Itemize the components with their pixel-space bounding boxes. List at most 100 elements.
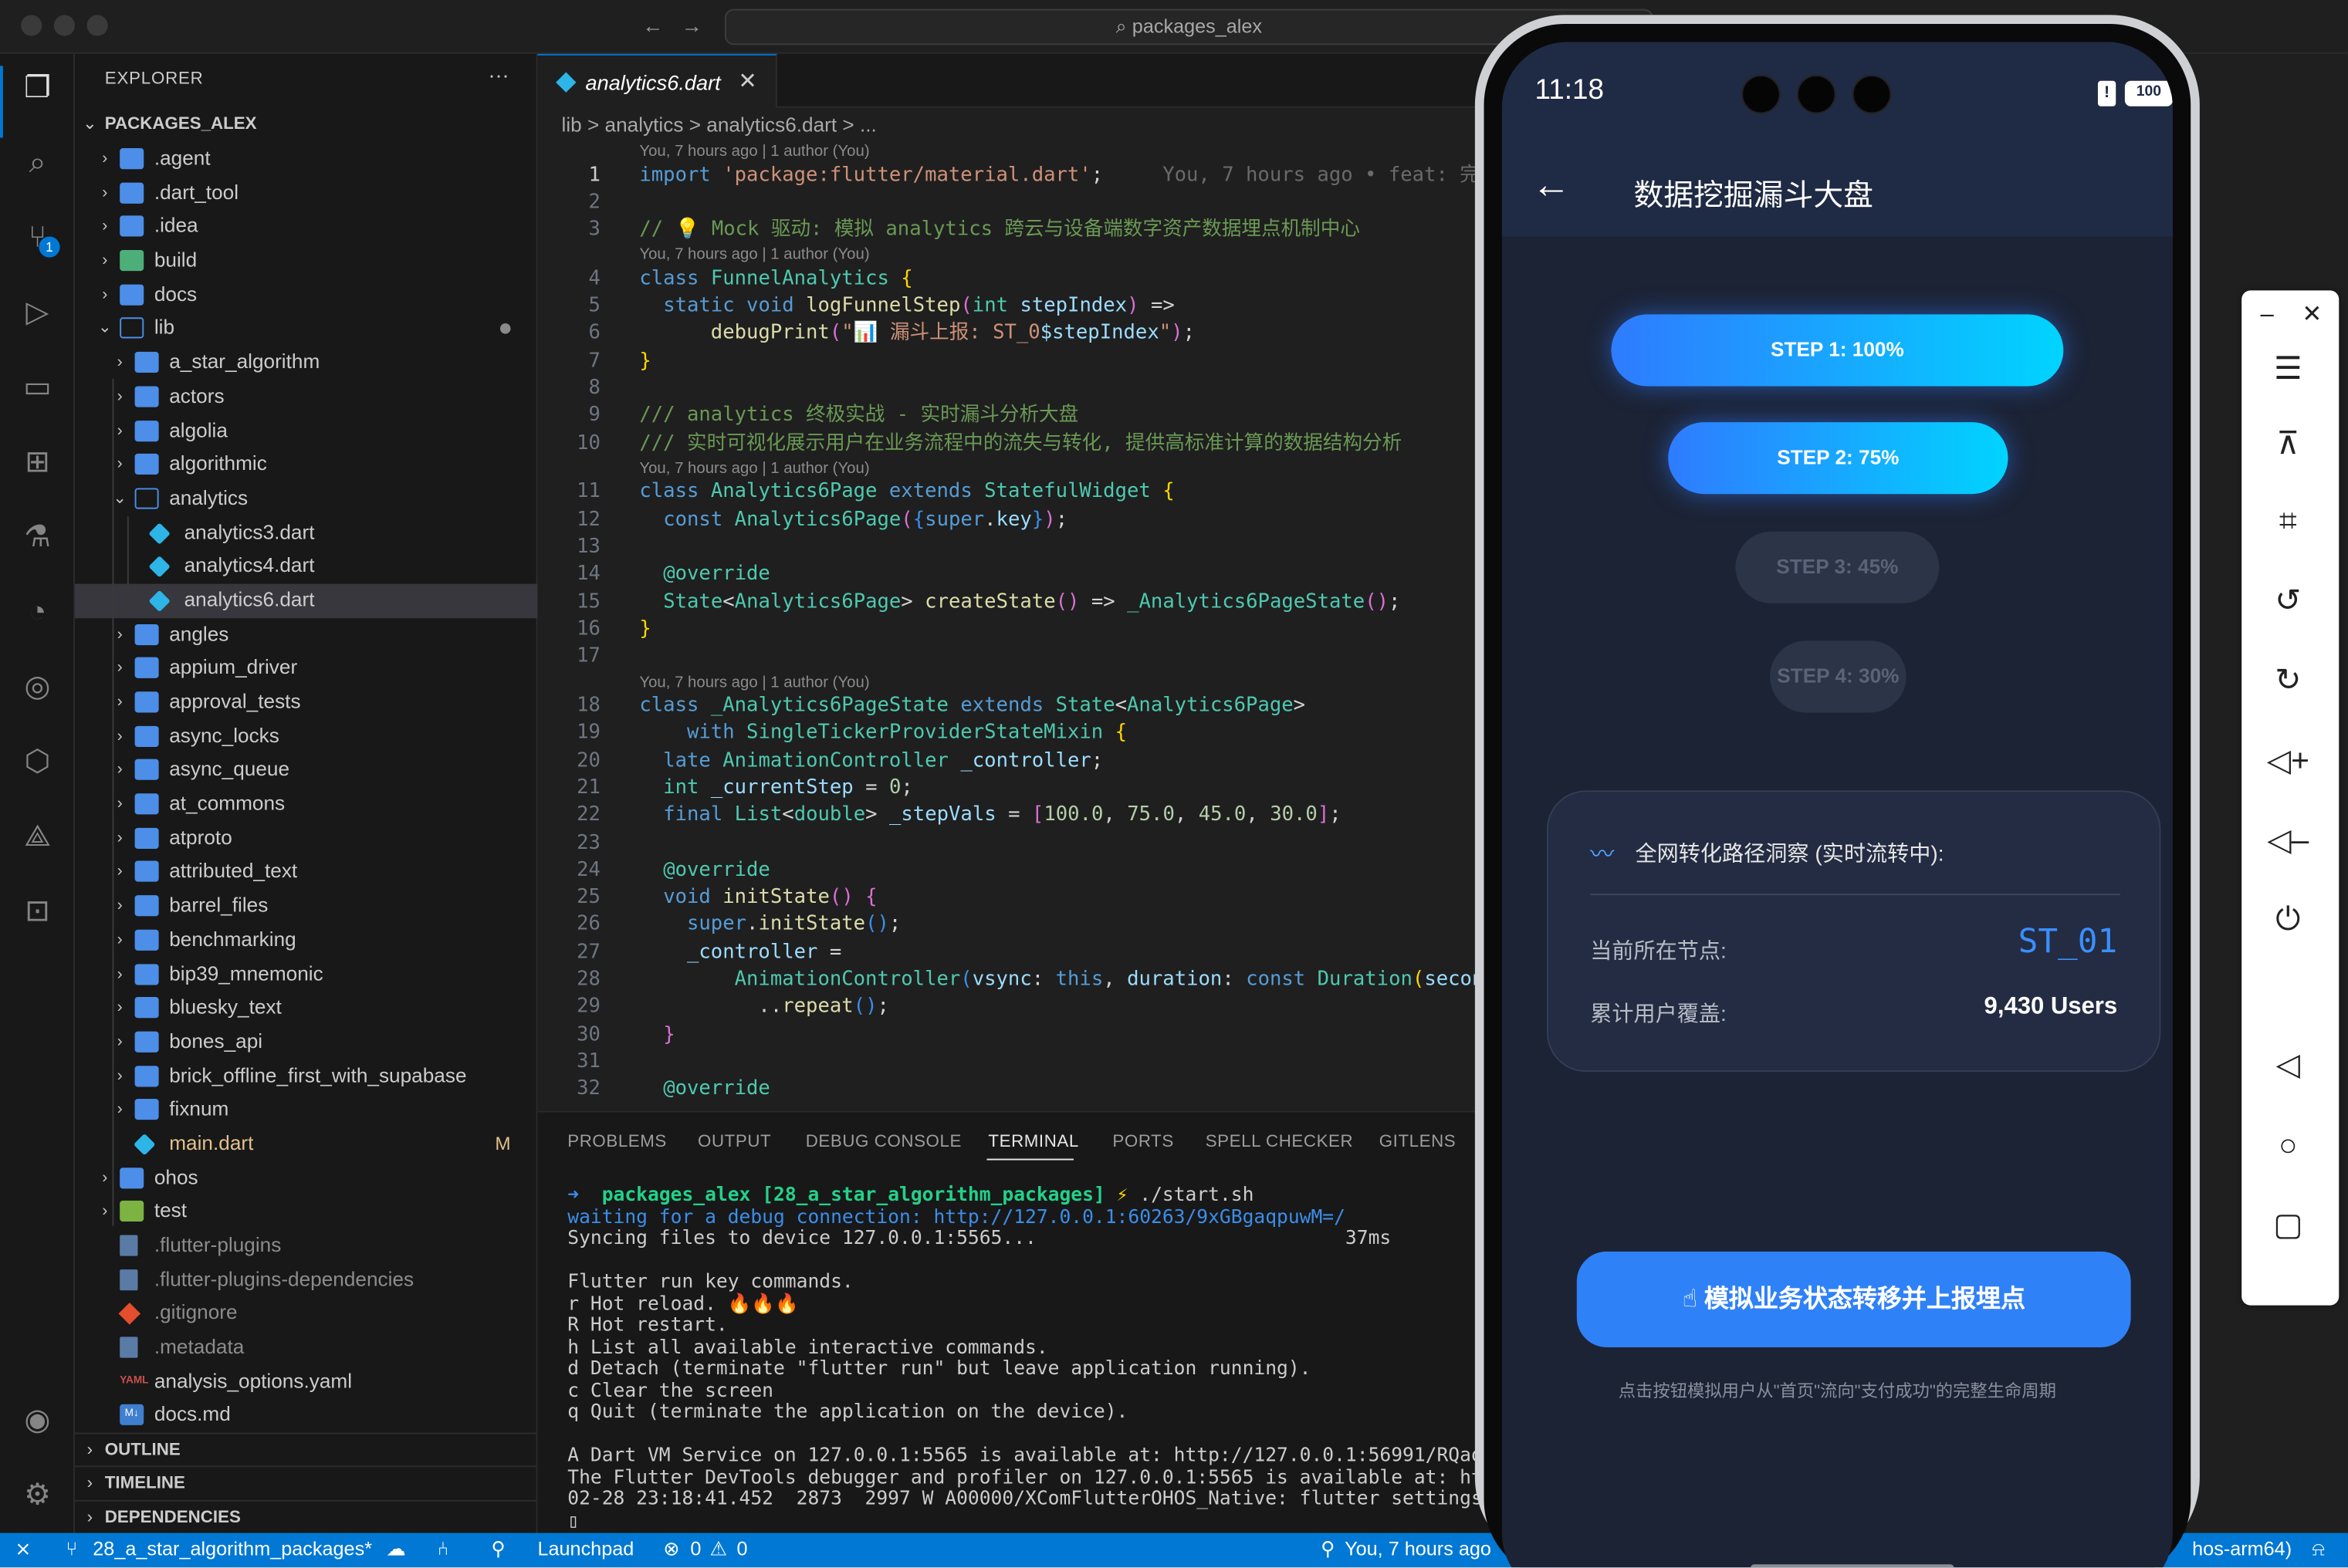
explorer-icon[interactable]: ❐ [15, 66, 59, 110]
code-line[interactable]: 5 static void logFunnelStep(int stepInde… [537, 294, 1480, 321]
tree-folder[interactable]: › angles [75, 617, 537, 651]
funnel-step-3[interactable]: STEP 3: 45% [1735, 531, 1940, 603]
remote-icon[interactable]: ⨯ [15, 1537, 31, 1561]
run-debug-icon[interactable]: ▷ [15, 290, 59, 335]
home-indicator[interactable] [1750, 1564, 1954, 1568]
gitlens-icon[interactable]: ◎ [15, 664, 59, 709]
code-line[interactable]: 14 @override [537, 562, 1480, 589]
code-line[interactable]: 26 super.initState(); [537, 912, 1480, 939]
tree-folder[interactable]: › .idea [75, 210, 537, 244]
tab-output[interactable]: OUTPUT [698, 1134, 771, 1151]
code-line[interactable]: 16} [537, 617, 1480, 644]
tab-debug-console[interactable]: DEBUG CONSOLE [806, 1134, 962, 1151]
code-line[interactable]: 8 [537, 376, 1480, 403]
tree-folder[interactable]: › approval_tests [75, 686, 537, 720]
git-graph-icon[interactable]: ◔ [15, 590, 59, 634]
code-line[interactable]: 12 const Analytics6Page({super.key}); [537, 507, 1480, 534]
code-line[interactable]: 3 // 💡 Mock 驱动: 模拟 analytics 跨云与设备端数字资产数据… [537, 217, 1480, 244]
back-arrow-icon[interactable]: ← [1532, 162, 1571, 208]
extensions-icon[interactable]: ⊞ [15, 440, 59, 485]
tree-folder[interactable]: › atproto [75, 822, 537, 856]
code-line[interactable]: 28 AnimationController(vsync: this, dura… [537, 967, 1519, 994]
settings-gear-icon[interactable]: ⚙ [15, 1473, 59, 1518]
pin-off-icon[interactable]: ⊼ [2265, 422, 2310, 467]
tab-terminal[interactable]: TERMINAL [988, 1134, 1078, 1151]
recents-nav-icon[interactable]: ▢ [2265, 1204, 2310, 1249]
branch-name[interactable]: 28_a_star_algorithm_packages* [93, 1537, 372, 1560]
tree-folder[interactable]: › a_star_algorithm [75, 346, 537, 380]
code-line[interactable]: 13 [537, 535, 1480, 562]
container-icon[interactable]: ⬡ [15, 739, 59, 784]
code-line[interactable]: 11 class Analytics6Page extends StatefulW… [537, 480, 1480, 507]
tab-gitlens[interactable]: GITLENS [1379, 1134, 1457, 1151]
tree-file[interactable]: .metadata [75, 1331, 537, 1365]
tree-folder[interactable]: › docs [75, 278, 537, 312]
flutter-icon[interactable]: ⟁ [15, 814, 59, 859]
testing-icon[interactable]: ⚗ [15, 515, 59, 559]
simulate-report-button[interactable]: ☝ 模拟业务状态转移并上报埋点 [1576, 1251, 2131, 1347]
code-line[interactable]: 10 /// 实时可视化展示用户在业务流程中的流失与转化, 提供高标准计算的数据结… [537, 431, 1480, 458]
menu-icon[interactable]: ☰ [2265, 347, 2310, 392]
tree-file[interactable]: YAML analysis_options.yaml [75, 1365, 537, 1399]
rotate-left-icon[interactable]: ↺ [2265, 580, 2310, 624]
error-count[interactable]: 0 [690, 1537, 701, 1560]
tree-folder[interactable]: › at_commons [75, 788, 537, 822]
tree-folder[interactable]: › algolia [75, 414, 537, 448]
tree-file[interactable]: analytics6.dart [75, 583, 538, 618]
code-line[interactable]: 30 } [537, 1022, 1480, 1049]
tree-file[interactable]: analytics4.dart [75, 549, 537, 583]
git-blame-status[interactable]: You, 7 hours ago [1345, 1537, 1491, 1560]
code-area[interactable]: You, 7 hours ago | 1 author (You) 1 import… [537, 140, 1524, 1103]
minimize-window-icon[interactable] [53, 15, 75, 36]
tab-analytics6[interactable]: analytics6.dart ✕ [537, 53, 777, 108]
workspace-root[interactable]: ⌄ PACKAGES_ALEX [75, 108, 537, 141]
tab-spell-checker[interactable]: SPELL CHECKER [1206, 1134, 1353, 1151]
tree-folder[interactable]: › build [75, 244, 537, 278]
tree-folder[interactable]: › .agent [75, 142, 537, 176]
code-line[interactable]: 6 debugPrint("📊 漏斗上报: ST_0$stepIndex"); [537, 321, 1480, 348]
tree-folder[interactable]: › async_queue [75, 754, 537, 788]
code-line[interactable]: 29 ..repeat(); [537, 995, 1480, 1022]
crop-screenshot-icon[interactable]: ⌗ [2265, 500, 2310, 545]
more-actions-icon[interactable]: ··· [488, 63, 509, 86]
remote-explorer-icon[interactable]: ▭ [15, 365, 59, 410]
account-icon[interactable]: ◉ [15, 1398, 59, 1443]
terminal-output[interactable]: ➜ packages_alex [28_a_star_algorithm_pac… [567, 1183, 1528, 1532]
zoom-window-icon[interactable] [86, 15, 108, 36]
code-line[interactable]: 7} [537, 349, 1480, 376]
close-tab-icon[interactable]: ✕ [738, 67, 756, 94]
nav-back-icon[interactable]: ← [641, 13, 665, 37]
tree-file[interactable]: analytics3.dart [75, 515, 537, 549]
close-icon[interactable]: ✕ [2289, 293, 2334, 338]
git-blame-lens[interactable]: You, 7 hours ago | 1 author (You) [537, 245, 1480, 266]
back-nav-icon[interactable]: ◁ [2265, 1043, 2310, 1088]
tree-file[interactable]: .flutter-plugins-dependencies [75, 1263, 537, 1297]
code-line[interactable]: 25 void initState() { [537, 885, 1480, 912]
volume-up-icon[interactable]: ◁+ [2265, 739, 2310, 784]
sync-icon[interactable]: ☁ [387, 1537, 406, 1561]
git-compare-icon[interactable]: ⑃ [437, 1537, 448, 1560]
dependencies-section[interactable]: › DEPENDENCIES [75, 1499, 538, 1533]
code-line[interactable]: 24 @override [537, 857, 1480, 884]
funnel-step-4[interactable]: STEP 4: 30% [1770, 640, 1906, 713]
code-line[interactable]: 4 class FunnelAnalytics { [537, 266, 1480, 293]
tree-folder[interactable]: ⌄ analytics [75, 482, 537, 515]
code-line[interactable]: 22 final List<double> _stepVals = [100.0… [537, 803, 1480, 830]
git-blame-lens[interactable]: You, 7 hours ago | 1 author (You) [537, 671, 1480, 693]
volume-down-icon[interactable]: ◁– [2265, 819, 2310, 863]
bell-icon[interactable]: ⍾ [2312, 1537, 2325, 1561]
code-line[interactable]: 17 [537, 644, 1480, 671]
funnel-step-1[interactable]: STEP 1: 100% [1611, 314, 2064, 387]
code-line[interactable]: 2 [537, 190, 1480, 217]
code-line[interactable]: 1 import 'package:flutter/material.dart';… [537, 162, 1524, 189]
rotate-right-icon[interactable]: ↻ [2265, 659, 2310, 704]
tree-folder[interactable]: › bluesky_text [75, 992, 537, 1026]
code-line[interactable]: 15 State<Analytics6Page> createState() =… [537, 590, 1480, 617]
timeline-section[interactable]: › TIMELINE [75, 1465, 538, 1499]
tree-folder[interactable]: › appium_driver [75, 652, 537, 686]
code-line[interactable]: 20 late AnimationController _controller; [537, 748, 1480, 775]
tree-folder[interactable]: › fixnum [75, 1093, 537, 1127]
tree-folder[interactable]: › ohos [75, 1161, 537, 1195]
tree-folder[interactable]: › brick_offline_first_with_supabase [75, 1059, 537, 1093]
code-line[interactable]: 21 int _currentStep = 0; [537, 776, 1480, 803]
